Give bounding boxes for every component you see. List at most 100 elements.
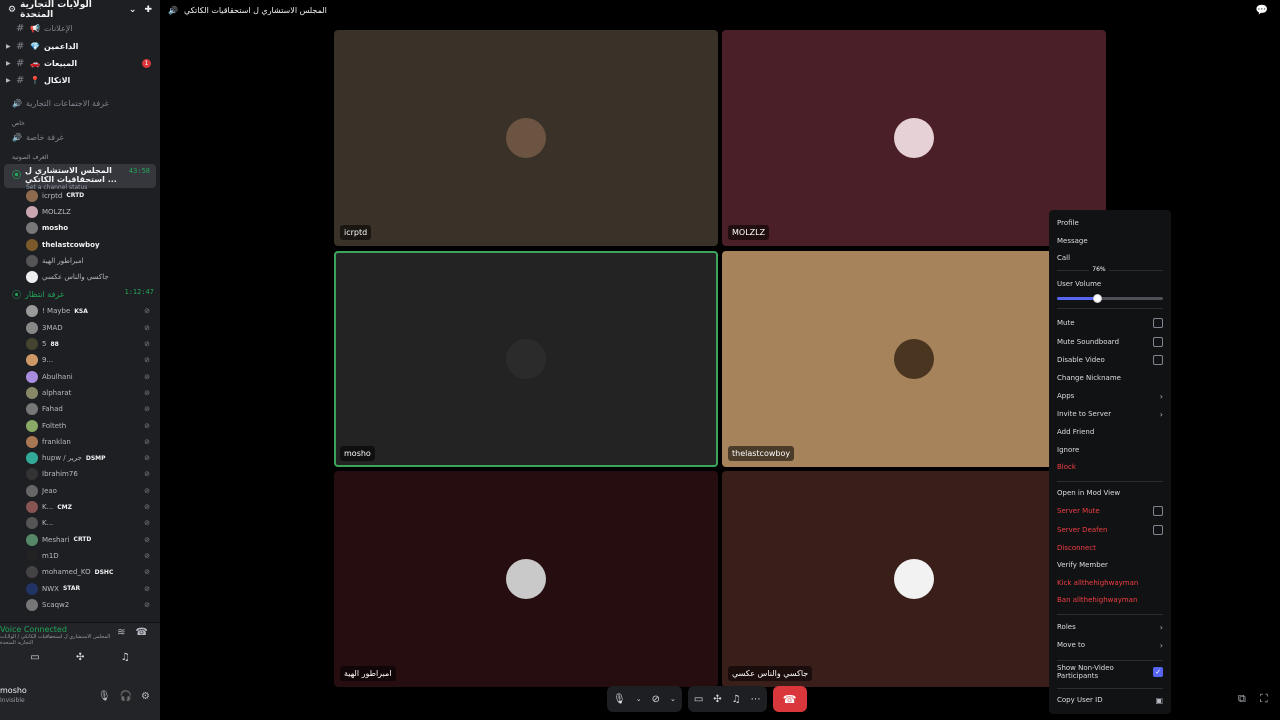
voice-member[interactable]: mohamed_KO DSHC ⊘ [0, 564, 160, 580]
voice-member[interactable]: franklan ⊘ [0, 434, 160, 450]
user-info[interactable]: mosho Invisible [0, 686, 27, 706]
voice-member[interactable]: 5 88 ⊘ [0, 336, 160, 352]
menu-item-invite-to-server[interactable]: Invite to Server › [1057, 407, 1163, 421]
activities-icon[interactable]: ✣ [76, 652, 84, 663]
menu-item-mute[interactable]: Mute [1057, 316, 1163, 330]
menu-item-kick-allthehighwayman[interactable]: Kick allthehighwayman [1057, 576, 1163, 590]
soundboard-icon[interactable]: ♫ [732, 694, 741, 705]
menu-item-ban-allthehighwayman[interactable]: Ban allthehighwayman [1057, 593, 1163, 607]
fullscreen-icon[interactable]: ⛶ [1260, 692, 1268, 706]
category-private[interactable]: خاص [0, 118, 160, 130]
soundboard-icon[interactable]: ♫ [121, 652, 130, 663]
menu-item-change-nickname[interactable]: Change Nickname [1057, 371, 1163, 385]
menu-item-profile[interactable]: Profile [1057, 216, 1163, 230]
voice-member[interactable]: Fahad ⊘ [0, 401, 160, 417]
checkbox[interactable] [1153, 318, 1163, 328]
channel-item[interactable]: ▶ # 📍 الاتكال [0, 72, 160, 89]
menu-item-disconnect[interactable]: Disconnect [1057, 541, 1163, 555]
disconnect-icon[interactable]: ☎ [136, 627, 148, 646]
menu-item-open-in-mod-view[interactable]: Open in Mod View [1057, 486, 1163, 500]
video-tile[interactable]: mosho [334, 251, 718, 467]
disconnect-button[interactable]: ☎ [772, 686, 807, 712]
chevron-right-icon[interactable]: ▶ [6, 43, 12, 50]
voice-connected-channel[interactable]: المجلس الاستشاري ل استحقاقيات الكاتكي / … [0, 634, 117, 646]
active-voice-channel[interactable]: ⦿ المجلس الاستشاري ل استحقاقيات الكاتكي .… [4, 163, 156, 191]
voice-channel-meetings[interactable]: 🔊 غرفة الاجتماعات التجارية [0, 96, 160, 112]
voice-member[interactable]: thelastcowboy [0, 236, 160, 252]
video-tile[interactable]: امبراطور الهية [334, 471, 718, 687]
voice-member[interactable]: امبراطور الهية [0, 253, 160, 269]
checkbox[interactable] [1153, 525, 1163, 535]
voice-member[interactable]: Scaqw2 ⊘ [0, 597, 160, 613]
menu-item-move-to[interactable]: Move to › [1057, 638, 1163, 652]
voice-member[interactable]: K... ⊘ [0, 515, 160, 531]
server-header[interactable]: ⚙ الولايات التجارية المتحدة ⌄ ✚ [0, 0, 160, 20]
chat-icon[interactable]: 💬 [1256, 5, 1268, 16]
voice-member[interactable]: 3MAD ⊘ [0, 320, 160, 336]
microphone-icon[interactable]: 🎙 [613, 694, 626, 705]
menu-item-server-mute[interactable]: Server Mute [1057, 504, 1163, 518]
menu-item-block[interactable]: Block [1057, 460, 1163, 474]
menu-item-server-deafen[interactable]: Server Deafen [1057, 523, 1163, 537]
voice-member[interactable]: hupw / جرير DSMP ⊘ [0, 450, 160, 466]
menu-item-apps[interactable]: Apps › [1057, 389, 1163, 403]
checkbox[interactable]: ✓ [1153, 667, 1163, 677]
menu-item-verify-member[interactable]: Verify Member [1057, 558, 1163, 572]
checkbox[interactable] [1153, 355, 1163, 365]
voice-member[interactable]: جاكسي والناس عكسي [0, 269, 160, 285]
more-icon[interactable]: ⋯ [751, 694, 761, 705]
channel-item[interactable]: # 📢 الإعلانات [0, 20, 160, 37]
noise-suppression-icon[interactable]: ≋ [117, 627, 125, 646]
menu-item-add-friend[interactable]: Add Friend [1057, 425, 1163, 439]
voice-member[interactable]: mosho [0, 220, 160, 236]
voice-member[interactable]: Meshari CRTD ⊘ [0, 532, 160, 548]
menu-item-ignore[interactable]: Ignore [1057, 443, 1163, 457]
menu-item-show-non-video-participants[interactable]: Show Non-Video Participants ✓ [1057, 664, 1163, 680]
voice-member[interactable]: icrptd CRTD [0, 188, 160, 204]
menu-item-message[interactable]: Message [1057, 234, 1163, 248]
activities-icon[interactable]: ✣ [713, 694, 721, 705]
channel-item[interactable]: ▶ # 💎 الداعمين [0, 37, 160, 54]
camera-off-icon[interactable]: ⊘ [652, 694, 660, 705]
screen-share-icon[interactable]: ▭ [30, 652, 39, 663]
chevron-right-icon[interactable]: ▶ [6, 60, 12, 67]
voice-member[interactable]: NWX STAR ⊘ [0, 580, 160, 596]
voice-member[interactable]: K... CMZ ⊘ [0, 499, 160, 515]
voice-member[interactable]: alpharat ⊘ [0, 385, 160, 401]
voice-member[interactable]: m1D ⊘ [0, 548, 160, 564]
checkbox[interactable] [1153, 337, 1163, 347]
gear-icon[interactable]: ⚙ [141, 691, 150, 702]
volume-slider[interactable] [1057, 294, 1163, 303]
menu-item-disable-video[interactable]: Disable Video [1057, 353, 1163, 367]
voice-member[interactable]: ! Maybe KSA ⊘ [0, 303, 160, 319]
menu-item-label: Change Nickname [1057, 374, 1121, 382]
channel-item[interactable]: ▶ # 🚗 المبيعات 1 [0, 55, 160, 72]
screen-share-icon[interactable]: ▭ [694, 694, 703, 705]
voice-connected-label[interactable]: Voice Connected [0, 623, 117, 634]
voice-member[interactable]: Folteth ⊘ [0, 417, 160, 433]
checkbox[interactable] [1153, 506, 1163, 516]
add-member-icon[interactable]: ✚ [144, 5, 152, 15]
voice-member[interactable]: Abulhani ⊘ [0, 369, 160, 385]
headphones-icon[interactable]: 🎧 [120, 691, 132, 702]
microphone-icon[interactable]: 🎙 [98, 691, 111, 702]
menu-item-call[interactable]: Call [1057, 251, 1163, 265]
chevron-down-icon[interactable]: ⌄ [636, 695, 642, 703]
voice-member[interactable]: MOLZLZ [0, 204, 160, 220]
video-tile[interactable]: icrptd [334, 30, 718, 246]
volume-slider-thumb[interactable] [1093, 294, 1103, 303]
voice-member[interactable]: Jeao ⊘ [0, 483, 160, 499]
category-voice[interactable]: الغرف الصوتية [0, 152, 160, 164]
popout-icon[interactable]: ⧉ [1238, 692, 1246, 706]
voice-channel-private[interactable]: 🔊 غرفة خاصة [0, 130, 160, 146]
menu-item-user-volume[interactable]: User Volume [1057, 277, 1163, 291]
voice-channel-waiting[interactable]: ⦿ غرفة انتظار 1:12:47 [0, 285, 160, 303]
menu-item-label: User Volume [1057, 280, 1102, 288]
voice-member[interactable]: Ibrahim76 ⊘ [0, 466, 160, 482]
chevron-right-icon[interactable]: ▶ [6, 77, 12, 84]
menu-item-roles[interactable]: Roles › [1057, 620, 1163, 634]
menu-item-copy-user-id[interactable]: Copy User ID ▣ [1057, 693, 1163, 707]
menu-item-mute-soundboard[interactable]: Mute Soundboard [1057, 335, 1163, 349]
chevron-down-icon[interactable]: ⌄ [670, 695, 676, 703]
voice-member[interactable]: 9... ⊘ [0, 352, 160, 368]
